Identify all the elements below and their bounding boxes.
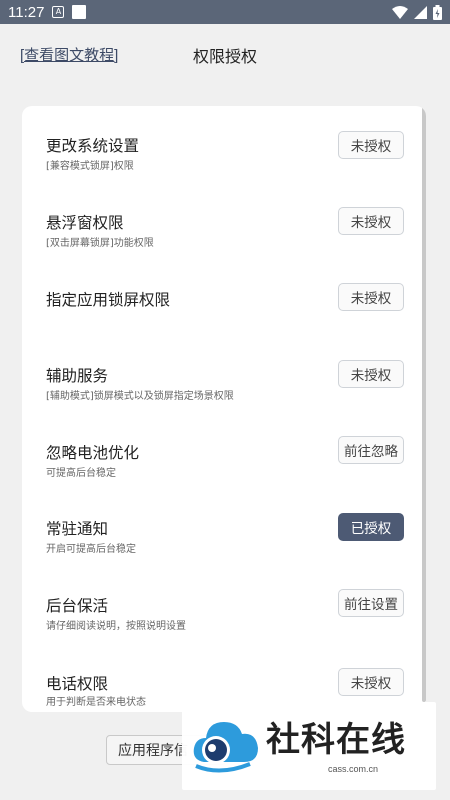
permission-subtitle: 用于判断是否来电状态 (46, 697, 146, 708)
watermark: 社科在线 cass.com.cn (182, 702, 436, 790)
wifi-icon (392, 5, 408, 19)
permission-subtitle: [双击屏幕锁屏]功能权限 (46, 238, 154, 249)
notification-a-icon: A (52, 6, 65, 18)
cloud-logo-icon (193, 722, 258, 773)
phone-permission-button[interactable]: 未授权 (338, 668, 404, 696)
scrollbar[interactable] (422, 106, 426, 702)
notification-granted-button[interactable]: 已授权 (338, 513, 404, 541)
watermark-text: 社科在线 (266, 720, 406, 760)
permission-title: 悬浮窗权限 (46, 215, 124, 232)
permission-title: 电话权限 (46, 676, 109, 693)
app-lock-permission-button[interactable]: 未授权 (338, 283, 404, 311)
permission-title: 后台保活 (46, 598, 109, 615)
permission-title: 更改系统设置 (46, 138, 140, 155)
watermark-url: cass.com.cn (328, 764, 379, 774)
battery-icon (433, 4, 442, 20)
status-icons (392, 4, 442, 20)
notification-square-icon (72, 5, 87, 19)
permission-subtitle: 可提高后台稳定 (46, 468, 116, 479)
permission-subtitle: [兼容模式锁屏]权限 (46, 161, 134, 172)
header: [查看图文教程] 权限授权 (0, 24, 450, 84)
status-time: 11:27 (8, 3, 45, 21)
accessibility-service-button[interactable]: 未授权 (338, 360, 404, 388)
keep-alive-settings-button[interactable]: 前往设置 (338, 589, 404, 617)
battery-optimization-button[interactable]: 前往忽略 (338, 436, 404, 464)
signal-icon (414, 5, 427, 19)
system-settings-button[interactable]: 未授权 (338, 131, 404, 159)
permission-title: 指定应用锁屏权限 (46, 292, 171, 309)
permission-title: 常驻通知 (46, 521, 109, 538)
permission-subtitle: 开启可提高后台稳定 (46, 544, 136, 555)
permission-title: 忽略电池优化 (46, 445, 140, 462)
overlay-permission-button[interactable]: 未授权 (338, 207, 404, 235)
status-bar: 11:27 A (0, 0, 450, 24)
permission-subtitle: 请仔细阅读说明，按照说明设置 (46, 621, 186, 632)
permissions-card: 更改系统设置 [兼容模式锁屏]权限 未授权 悬浮窗权限 [双击屏幕锁屏]功能权限… (22, 106, 426, 712)
permission-title: 辅助服务 (46, 368, 109, 385)
page-title: 权限授权 (192, 47, 257, 66)
permission-subtitle: [辅助模式]锁屏模式以及锁屏指定场景权限 (46, 391, 234, 402)
